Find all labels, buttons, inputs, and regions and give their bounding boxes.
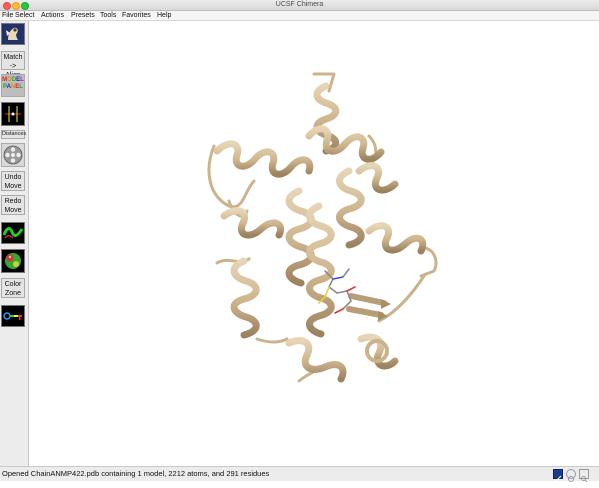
- menu-file[interactable]: File: [2, 11, 13, 20]
- command-line-icon[interactable]: [553, 469, 563, 483]
- ribbon-icon: [2, 223, 24, 243]
- graphics-viewport[interactable]: [29, 21, 599, 466]
- redo-move-label-2: Move: [4, 207, 22, 214]
- menu-help[interactable]: Help: [157, 11, 171, 20]
- color-zone-label-1: Color: [4, 281, 22, 288]
- menu-presets[interactable]: Presets: [71, 11, 95, 20]
- movie-reel-button[interactable]: [1, 143, 25, 167]
- ribbon-button[interactable]: [1, 222, 25, 244]
- color-zone-button[interactable]: Color Zone: [1, 278, 25, 298]
- pencil-icon: [554, 475, 562, 483]
- chimera-logo-icon: [2, 24, 24, 44]
- distances-button[interactable]: Distances: [1, 130, 26, 139]
- status-message: Opened ChainANMP422.pdb containing 1 mod…: [2, 469, 270, 478]
- menu-bar: File Select Actions Presets Tools Favori…: [0, 11, 599, 21]
- side-view-icon: [2, 103, 24, 125]
- redo-move-button[interactable]: Redo Move: [1, 195, 25, 215]
- side-view-button[interactable]: [1, 102, 25, 126]
- menu-favorites[interactable]: Favorites: [122, 11, 151, 20]
- globe-icon: [568, 476, 574, 482]
- undo-move-button[interactable]: Undo Move: [1, 171, 25, 191]
- magnifier-icon: [581, 476, 588, 483]
- film-reel-icon: [3, 145, 23, 165]
- chimera-logo-button[interactable]: [1, 23, 25, 45]
- match-align-button[interactable]: Match -> Align: [1, 51, 25, 79]
- title-bar: UCSF Chimera: [0, 0, 599, 11]
- surface-sphere-icon: [2, 250, 24, 272]
- redo-move-label-1: Redo: [4, 198, 22, 205]
- menu-actions[interactable]: Actions: [41, 11, 64, 20]
- model-panel-letter: L: [20, 77, 24, 83]
- color-key-button[interactable]: [1, 305, 25, 327]
- color-zone-label-2: Zone: [5, 290, 21, 297]
- undo-move-label-2: Move: [4, 183, 22, 190]
- menu-tools[interactable]: Tools: [100, 11, 116, 20]
- surface-button[interactable]: [1, 249, 25, 273]
- inspector-icon[interactable]: [579, 469, 589, 483]
- match-align-label-1: Match: [3, 54, 23, 61]
- menu-select[interactable]: Select: [15, 11, 34, 20]
- model-panel-letter: L: [19, 84, 23, 90]
- status-bar: Opened ChainANMP422.pdb containing 1 mod…: [0, 466, 599, 483]
- undo-move-label-1: Undo: [4, 174, 22, 181]
- window-title: UCSF Chimera: [275, 1, 324, 8]
- toolbar: Match -> Align MODEL PANEL Distances: [0, 21, 29, 466]
- protein-ribbon-structure: [207, 72, 438, 383]
- reply-log-icon[interactable]: [566, 469, 576, 482]
- model-panel-icon: MODEL PANEL: [2, 77, 24, 91]
- model-panel-button[interactable]: MODEL PANEL: [1, 74, 25, 97]
- key-icon: [2, 306, 24, 326]
